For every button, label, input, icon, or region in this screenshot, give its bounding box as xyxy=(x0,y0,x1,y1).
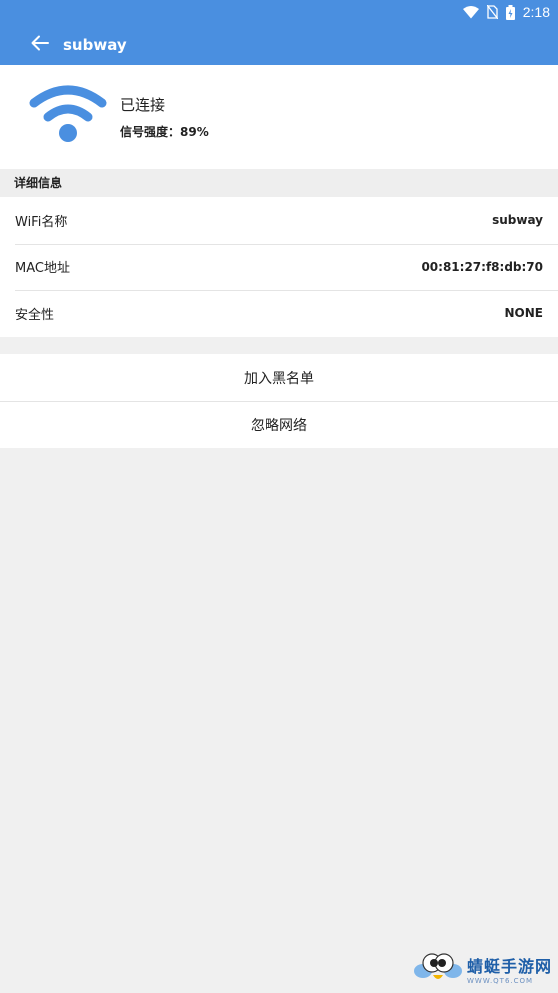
detail-value: subway xyxy=(492,213,543,228)
detail-row-security: 安全性 NONE xyxy=(0,290,558,337)
wifi-icon xyxy=(462,5,479,19)
detail-value: NONE xyxy=(504,306,543,321)
detail-label: MAC地址 xyxy=(15,261,70,277)
status-bar: 2:18 xyxy=(0,0,558,24)
wifi-signal-icon xyxy=(28,83,108,151)
detail-label: WiFi名称 xyxy=(15,214,68,230)
detail-row-mac: MAC地址 00:81:27:f8:db:70 xyxy=(0,243,558,291)
add-to-blacklist-button[interactable]: 加入黑名单 xyxy=(0,354,558,401)
details-header: 详细信息 xyxy=(0,169,558,197)
actions-list: 加入黑名单 忽略网络 xyxy=(0,354,558,448)
forget-network-button[interactable]: 忽略网络 xyxy=(0,401,558,448)
no-sim-icon xyxy=(486,5,498,19)
app-bar: subway xyxy=(0,24,558,65)
connection-status: 已连接 xyxy=(120,96,166,114)
watermark-title: 蜻蜓手游网 xyxy=(466,957,552,976)
clock: 2:18 xyxy=(522,4,550,20)
detail-row-wifi-name: WiFi名称 subway xyxy=(0,197,558,244)
arrow-left-icon xyxy=(31,35,49,55)
back-button[interactable] xyxy=(22,27,58,63)
signal-strength: 信号强度：89% xyxy=(120,125,209,139)
watermark: 蜻蜓手游网 WWW.QT6.COM xyxy=(413,949,552,989)
details-list: WiFi名称 subway MAC地址 00:81:27:f8:db:70 安全… xyxy=(0,197,558,337)
battery-charging-icon xyxy=(505,4,515,20)
detail-label: 安全性 xyxy=(15,307,55,323)
page-title: subway xyxy=(63,35,127,54)
dragonfly-logo-icon xyxy=(413,949,463,989)
detail-value: 00:81:27:f8:db:70 xyxy=(421,259,543,274)
watermark-url: WWW.QT6.COM xyxy=(466,977,534,985)
connection-summary: 已连接 信号强度：89% xyxy=(0,65,558,169)
